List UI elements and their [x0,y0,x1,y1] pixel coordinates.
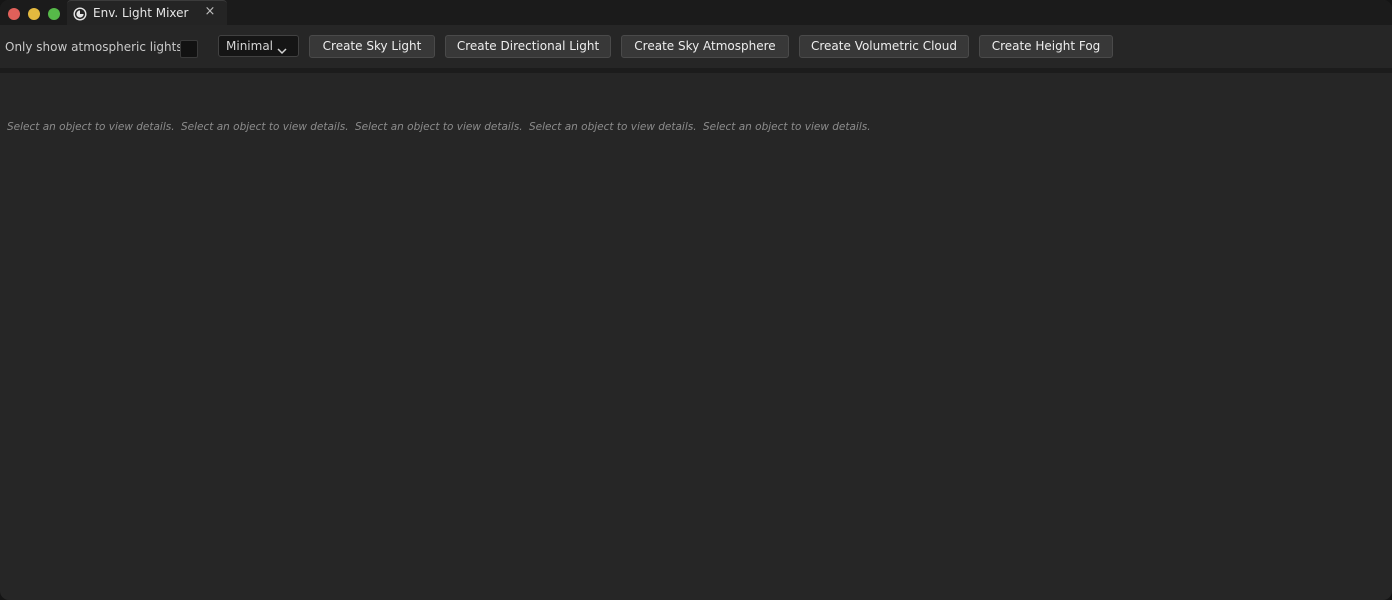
details-panel-empty-message: Select an object to view details. [703,121,871,133]
window-maximize-button[interactable] [48,8,60,20]
details-panel-empty-message: Select an object to view details. [529,121,697,133]
create-directional-light-button[interactable]: Create Directional Light [445,35,611,58]
atmospheric-filter-label: Only show atmospheric lights [5,40,183,54]
window-minimize-button[interactable] [28,8,40,20]
chevron-down-icon [276,41,288,55]
create-sky-light-button[interactable]: Create Sky Light [309,35,435,58]
env-light-mixer-window: Env. Light Mixer × Only show atmospheric… [0,0,1392,600]
details-panel-empty-message: Select an object to view details. [181,121,349,133]
view-mode-selected: Minimal [226,39,274,53]
toolbar-divider [0,68,1392,73]
title-bar: Env. Light Mixer × [0,0,1392,25]
toolbar: Only show atmospheric lights Minimal Cre… [0,25,1392,68]
env-light-mixer-icon [73,6,87,21]
create-sky-atmosphere-button[interactable]: Create Sky Atmosphere [621,35,789,58]
create-volumetric-cloud-button[interactable]: Create Volumetric Cloud [799,35,969,58]
tab-env-light-mixer[interactable]: Env. Light Mixer × [67,0,227,25]
details-panel-empty-message: Select an object to view details. [355,121,523,133]
atmospheric-filter-checkbox[interactable] [180,40,198,58]
view-mode-dropdown[interactable]: Minimal [218,35,299,57]
details-panel-empty-message: Select an object to view details. [7,121,175,133]
window-close-button[interactable] [8,8,20,20]
tab-close-icon[interactable]: × [203,4,217,19]
create-height-fog-button[interactable]: Create Height Fog [979,35,1113,58]
tab-label: Env. Light Mixer [93,6,189,20]
